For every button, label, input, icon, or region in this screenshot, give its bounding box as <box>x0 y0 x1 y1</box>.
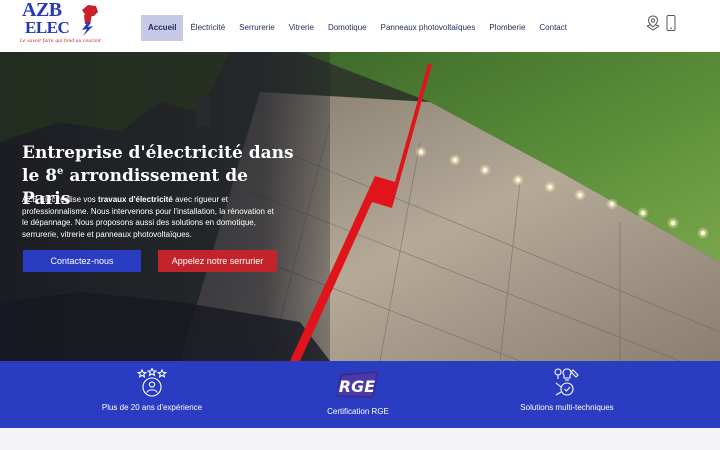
logo[interactable]: AZB ELEC Le savoir faire qui fond au cou… <box>18 0 108 50</box>
features-bar: Plus de 20 ans d'expérience RGE Certific… <box>0 361 720 428</box>
feature-rge: RGE Certification RGE <box>258 361 458 428</box>
nav-item-domotique[interactable]: Domotique <box>321 15 374 41</box>
hero-section: Entreprise d'électricité dans le 8e arro… <box>0 52 720 361</box>
header-icons <box>645 14 677 32</box>
logo-line1: AZB <box>22 0 62 21</box>
hero-text-before: AZB Elec réalise vos <box>22 195 99 204</box>
nav-item-accueil[interactable]: Accueil <box>141 15 184 41</box>
rge-badge-text: RGE <box>339 377 375 396</box>
stars-person-icon <box>136 368 168 397</box>
logo-tagline: Le savoir faire qui fond au courant <box>20 39 101 44</box>
logo-wordmark: AZB ELEC <box>22 0 70 37</box>
location-pin-icon[interactable] <box>645 14 661 32</box>
hero-text-bold: travaux d'électricité <box>98 195 173 204</box>
nav-item-electricite[interactable]: Électricité <box>183 15 232 41</box>
feature-multi-tech-label: Solutions multi-techniques <box>520 403 614 412</box>
feature-rge-label: Certification RGE <box>327 407 389 416</box>
mobile-phone-icon[interactable] <box>665 14 677 32</box>
nav-item-panneaux-photovoltaiques[interactable]: Panneaux photovoltaïques <box>374 15 483 41</box>
nav-item-contact[interactable]: Contact <box>532 15 574 41</box>
rge-badge-icon: RGE <box>336 371 378 398</box>
nav-item-serrurerie[interactable]: Serrurerie <box>232 15 282 41</box>
feature-multi-tech: Solutions multi-techniques <box>467 361 667 428</box>
call-locksmith-button[interactable]: Appelez notre serrurier <box>158 250 277 272</box>
hero-description: AZB Elec réalise vos travaux d'électrici… <box>22 194 278 240</box>
multi-tools-icon <box>554 368 579 396</box>
nav-item-plomberie[interactable]: Plomberie <box>482 15 532 41</box>
nav-item-vitrerie[interactable]: Vitrerie <box>282 15 321 41</box>
logo-line2: ELEC <box>25 18 70 37</box>
next-section-top <box>0 428 720 450</box>
feature-experience: Plus de 20 ans d'expérience <box>52 361 252 428</box>
feature-experience-label: Plus de 20 ans d'expérience <box>101 403 203 412</box>
fist-lightning-icon <box>82 5 98 36</box>
contact-button[interactable]: Contactez-nous <box>23 250 141 272</box>
main-nav: Accueil Électricité Serrurerie Vitrerie … <box>141 15 574 41</box>
site-header: AZB ELEC Le savoir faire qui fond au cou… <box>0 0 720 52</box>
